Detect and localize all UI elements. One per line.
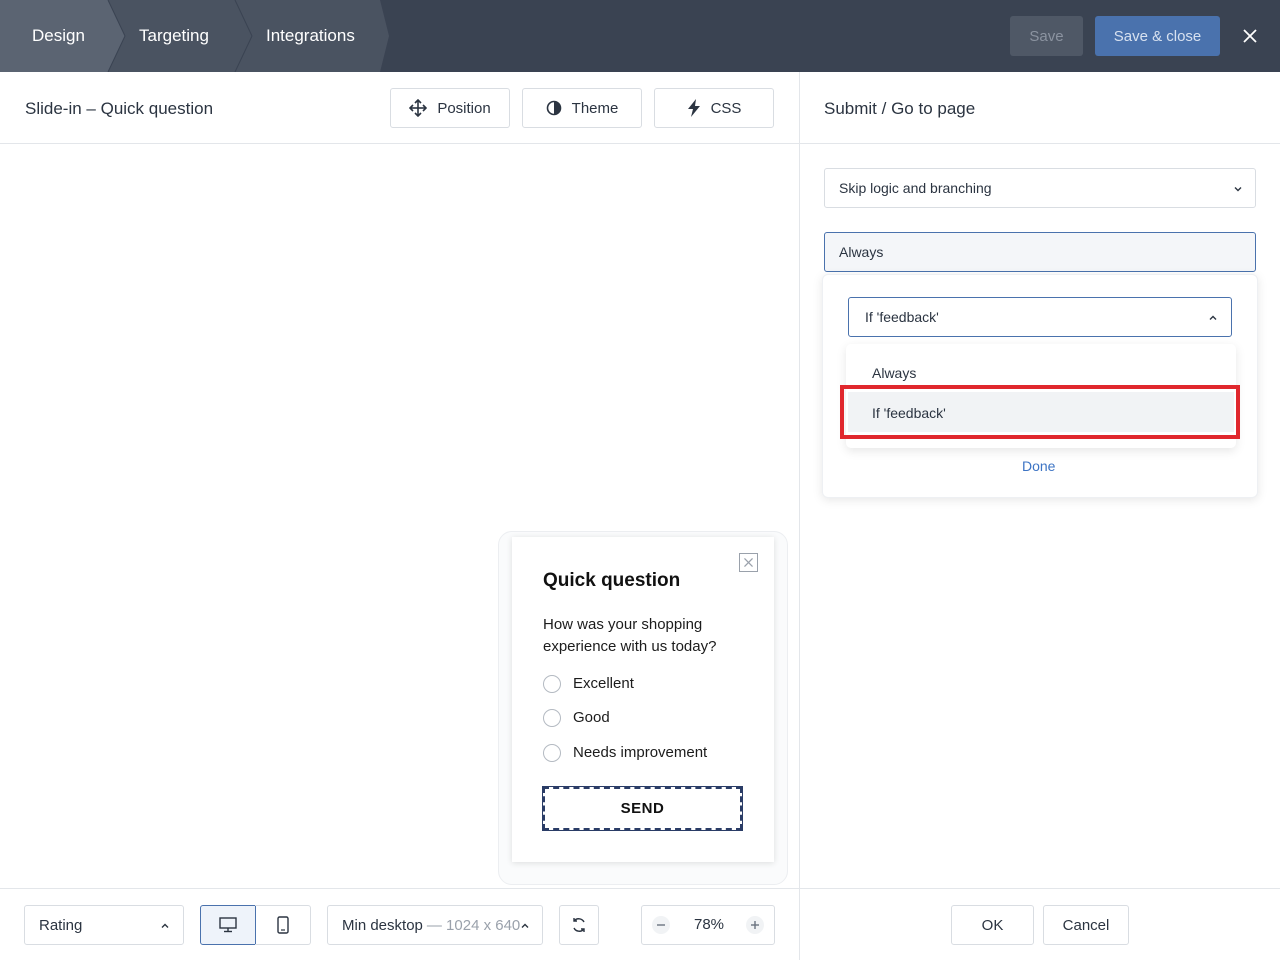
lightning-icon bbox=[687, 99, 700, 117]
zoom-out-icon[interactable] bbox=[651, 915, 671, 935]
radio-needs-improvement[interactable] bbox=[543, 744, 561, 762]
send-button[interactable]: SEND bbox=[542, 786, 743, 831]
tab-design[interactable]: Design bbox=[32, 26, 85, 46]
condition-select[interactable]: If 'feedback' bbox=[848, 297, 1232, 337]
panel-divider bbox=[799, 72, 800, 960]
cancel-button[interactable]: Cancel bbox=[1043, 905, 1129, 945]
mobile-view-button[interactable] bbox=[255, 905, 311, 945]
save-button[interactable]: Save bbox=[1010, 16, 1083, 56]
condition-select-value: If 'feedback' bbox=[865, 309, 939, 325]
choice-needs-improvement: Needs improvement bbox=[573, 744, 708, 761]
card-title: Quick question bbox=[543, 570, 681, 591]
skip-logic-label: Skip logic and branching bbox=[839, 180, 992, 196]
panel-header-divider bbox=[800, 143, 1280, 144]
choice-good: Good bbox=[573, 709, 610, 726]
theme-label: Theme bbox=[571, 99, 619, 117]
close-icon[interactable] bbox=[1240, 26, 1260, 46]
viewport-label: Min desktop bbox=[342, 916, 423, 934]
zoom-level: 78% bbox=[694, 916, 725, 933]
tab-integrations[interactable]: Integrations bbox=[266, 26, 355, 46]
question-type-value: Rating bbox=[39, 916, 83, 934]
zoom-in-icon[interactable] bbox=[745, 915, 765, 935]
desktop-icon bbox=[219, 917, 237, 933]
card-question: How was your shopping experience with us… bbox=[543, 616, 717, 655]
css-button[interactable]: CSS bbox=[654, 88, 774, 128]
bottom-bar-divider bbox=[0, 888, 1280, 889]
chevron-up-icon bbox=[161, 923, 169, 928]
selection-highlight bbox=[840, 385, 1240, 439]
ok-button[interactable]: OK bbox=[951, 905, 1034, 945]
css-label: CSS bbox=[710, 99, 742, 117]
chevron-up-icon bbox=[521, 923, 529, 928]
choice-excellent: Excellent bbox=[573, 675, 634, 692]
desktop-view-button[interactable] bbox=[200, 905, 256, 945]
position-label: Position bbox=[437, 99, 491, 117]
skip-logic-select[interactable]: Skip logic and branching bbox=[824, 168, 1256, 208]
mobile-icon bbox=[276, 916, 289, 934]
condition-value: Always bbox=[839, 244, 884, 260]
move-icon bbox=[409, 99, 428, 117]
viewport-select[interactable]: Min desktop — 1024 x 640 bbox=[327, 905, 543, 945]
condition-field[interactable]: Always bbox=[824, 232, 1256, 272]
page-title: Slide-in – Quick question bbox=[25, 99, 214, 118]
chevron-up-icon bbox=[1209, 315, 1217, 320]
theme-button[interactable]: Theme bbox=[522, 88, 642, 128]
radio-good[interactable] bbox=[543, 709, 561, 727]
save-and-close-button[interactable]: Save & close bbox=[1095, 16, 1220, 56]
top-bar: Design Targeting Integrations Save Save … bbox=[0, 0, 1280, 72]
chevron-down-icon bbox=[1234, 187, 1242, 192]
question-type-select[interactable]: Rating bbox=[24, 905, 184, 945]
position-button[interactable]: Position bbox=[390, 88, 510, 128]
rotate-button[interactable] bbox=[559, 905, 599, 945]
option-always[interactable]: Always bbox=[872, 365, 916, 381]
viewport-size: — 1024 x 640 bbox=[426, 916, 521, 934]
panel-title: Submit / Go to page bbox=[824, 99, 976, 118]
radio-excellent[interactable] bbox=[543, 675, 561, 693]
contrast-icon bbox=[546, 100, 561, 116]
refresh-icon bbox=[573, 918, 585, 932]
tab-targeting[interactable]: Targeting bbox=[139, 26, 209, 46]
card-close-icon[interactable] bbox=[739, 553, 758, 572]
done-link[interactable]: Done bbox=[1022, 458, 1055, 474]
